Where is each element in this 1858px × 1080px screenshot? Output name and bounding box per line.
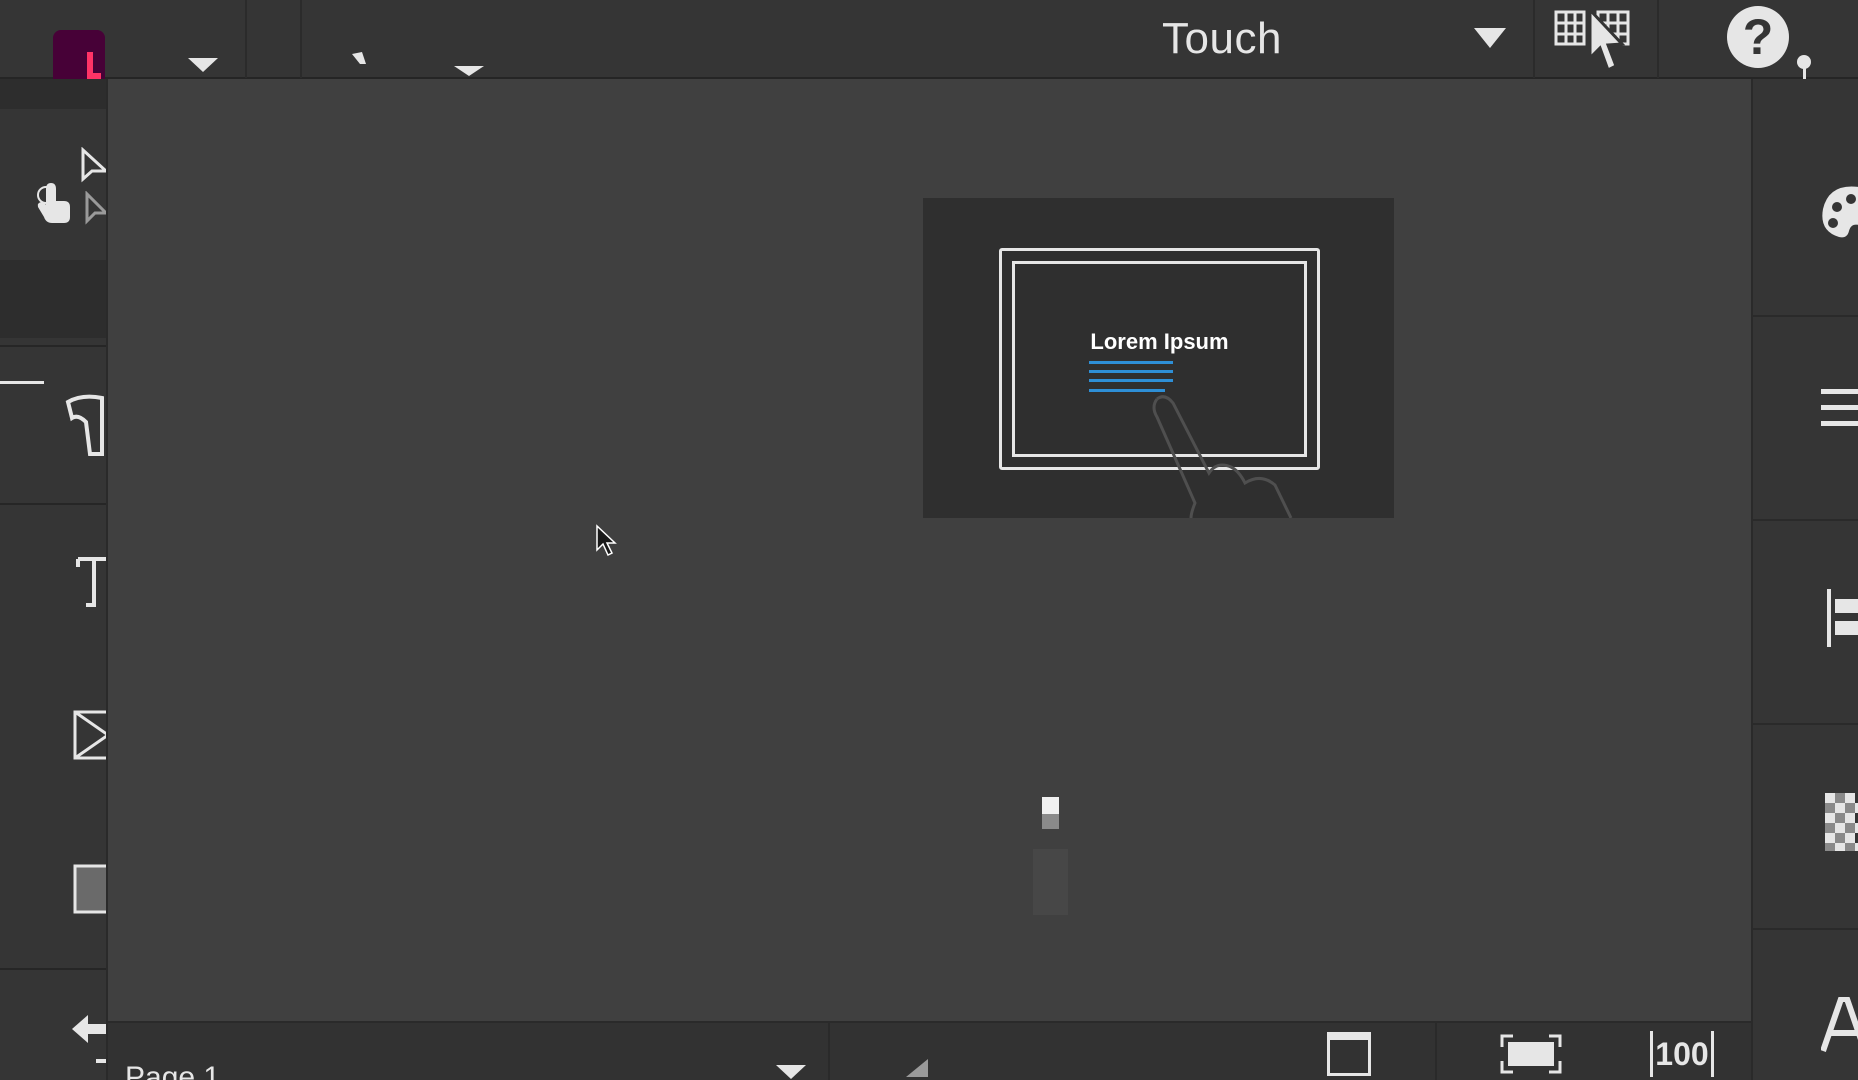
swatches-icon[interactable] — [1819, 181, 1858, 243]
panel-dock — [1751, 79, 1858, 1080]
workspace-dropdown-caret-icon[interactable] — [1474, 28, 1506, 48]
tool-separator-dash — [0, 381, 44, 384]
rectangle-tool-icon[interactable] — [72, 863, 108, 915]
touch-welcome-card: Lorem Ipsum — [923, 198, 1394, 518]
type-tool-icon[interactable] — [76, 555, 108, 611]
toolbar-divider — [245, 0, 247, 78]
page-selector-caret-icon[interactable] — [776, 1065, 806, 1079]
undo-arrow-icon[interactable] — [68, 1009, 108, 1069]
status-divider — [1435, 1023, 1437, 1080]
toolbar-divider — [1657, 0, 1659, 78]
text-line — [1089, 379, 1173, 382]
toolbar-divider — [1533, 0, 1535, 78]
actual-size-button[interactable]: 100 — [1650, 1031, 1714, 1077]
tool-group-divider — [0, 345, 106, 347]
loading-indicator — [1042, 814, 1059, 829]
text-line — [1089, 389, 1165, 392]
finger-touch-icon — [1152, 395, 1293, 518]
fit-page-icon[interactable] — [1499, 1033, 1563, 1075]
status-bar: Page 1 100 — [108, 1021, 1751, 1080]
tool-group-divider — [0, 503, 106, 505]
panel-divider — [1753, 519, 1858, 521]
status-divider — [828, 1023, 830, 1080]
effects-panel-icon[interactable] — [1823, 791, 1858, 853]
previous-page-icon[interactable] — [906, 1059, 928, 1077]
character-panel-icon[interactable] — [1821, 997, 1858, 1053]
direct-selection-tool-active-bg[interactable] — [0, 260, 106, 338]
align-panel-icon[interactable] — [1825, 587, 1858, 649]
tool-preset-caret-icon[interactable] — [454, 66, 484, 76]
touch-hand-icon[interactable] — [32, 179, 76, 225]
touch-indicator-dot — [1797, 55, 1811, 69]
workspace-switcher-label[interactable]: Touch — [1162, 14, 1282, 64]
panel-divider — [1753, 928, 1858, 930]
panel-divider — [1753, 723, 1858, 725]
text-line — [1089, 370, 1173, 373]
screen-mode-icon[interactable] — [1327, 1032, 1371, 1076]
pen-tool-icon[interactable] — [62, 392, 108, 458]
page-selector[interactable]: Page 1 — [125, 1061, 220, 1080]
panel-divider — [1753, 315, 1858, 317]
app-logo[interactable] — [53, 30, 105, 79]
help-icon[interactable]: ? — [1727, 6, 1789, 68]
tool-group-divider — [0, 968, 106, 970]
loading-indicator-track — [1033, 849, 1068, 915]
document-canvas[interactable]: Lorem Ipsum — [108, 79, 1751, 1021]
mouse-pointer-icon — [596, 524, 617, 557]
tools-panel-header — [0, 79, 106, 109]
top-bar: Touch ? — [0, 0, 1858, 79]
loading-indicator — [1042, 797, 1059, 814]
text-line — [1089, 361, 1173, 364]
direct-selection-tool-icon[interactable] — [84, 191, 108, 227]
toolbar-divider — [300, 0, 302, 78]
paragraph-panel-icon[interactable] — [1817, 385, 1858, 435]
tools-panel — [0, 79, 108, 1080]
card-heading: Lorem Ipsum — [1090, 329, 1229, 354]
tool-preset-icon[interactable] — [350, 50, 372, 74]
touch-grid-cursor-icon[interactable] — [1552, 8, 1636, 76]
rectangle-frame-tool-icon[interactable] — [72, 709, 108, 761]
selection-tool-icon[interactable] — [80, 147, 108, 187]
app-menu-caret-icon[interactable] — [188, 58, 218, 72]
